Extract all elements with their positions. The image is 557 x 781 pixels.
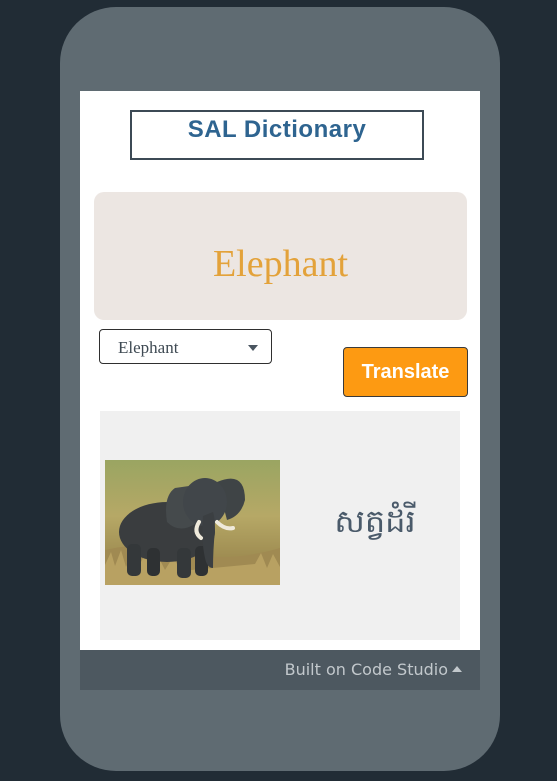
caret-up-icon bbox=[452, 666, 462, 672]
app-title: SAL Dictionary bbox=[187, 116, 367, 143]
translation-text: សត្វដំរី bbox=[334, 502, 416, 540]
word-display-text: Elephant bbox=[212, 243, 349, 285]
result-panel: សត្វដំរី bbox=[100, 411, 460, 640]
translate-button[interactable]: Translate bbox=[343, 347, 468, 397]
footer-link-label: Built on Code Studio bbox=[284, 660, 448, 679]
elephant-image bbox=[105, 460, 280, 585]
title-box: SAL Dictionary bbox=[130, 110, 424, 160]
built-on-code-studio-link[interactable]: Built on Code Studio bbox=[285, 650, 462, 690]
caret-down-icon bbox=[248, 345, 258, 351]
word-display-panel: Elephant bbox=[94, 192, 467, 320]
word-dropdown[interactable]: Elephant bbox=[99, 329, 272, 364]
app-screen: SAL Dictionary Elephant Elephant Transla… bbox=[80, 91, 480, 650]
footer-bar: Built on Code Studio bbox=[80, 650, 480, 690]
dropdown-selected-value: Elephant bbox=[118, 338, 179, 357]
